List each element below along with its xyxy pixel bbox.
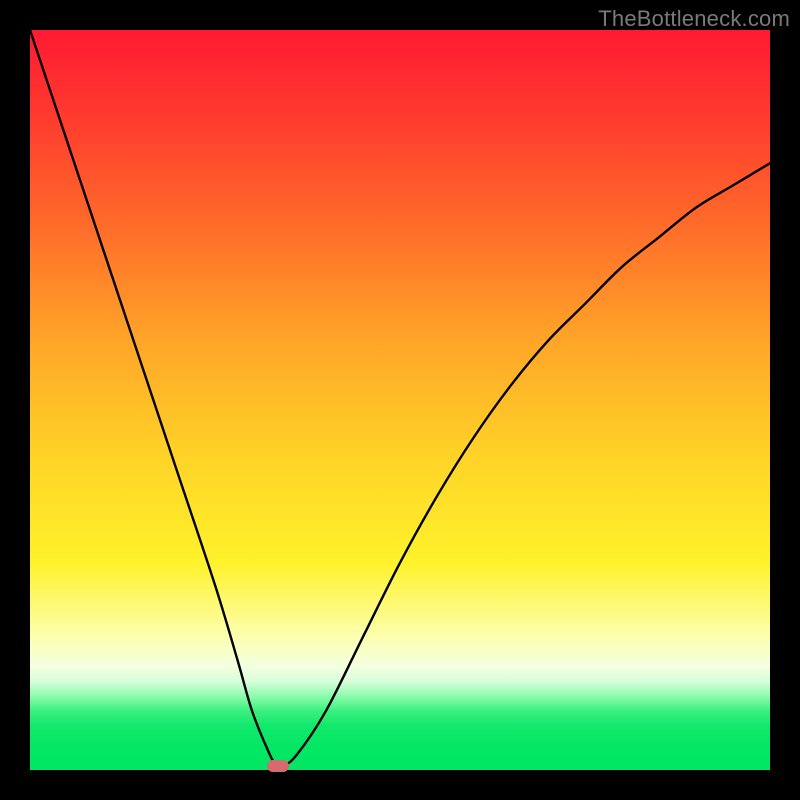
- plot-area: [30, 30, 770, 770]
- minimum-marker: [267, 760, 289, 772]
- bottleneck-curve: [30, 30, 770, 770]
- watermark-text: TheBottleneck.com: [598, 6, 790, 32]
- chart-frame: TheBottleneck.com: [0, 0, 800, 800]
